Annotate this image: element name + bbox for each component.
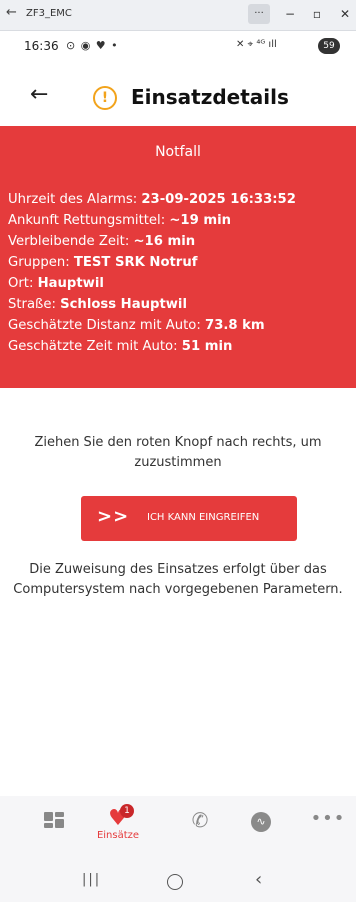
detail-row-distance: Geschätzte Distanz mit Auto: 73.8 km [8, 315, 296, 336]
status-time: 16:36 [24, 39, 59, 53]
detail-label: Ort: [8, 276, 38, 291]
back-arrow-icon[interactable]: ← [30, 82, 48, 107]
detail-label: Straße: [8, 297, 61, 312]
detail-row-remaining: Verbleibende Zeit: ~16 min [8, 231, 296, 252]
warning-circle-icon: ! [93, 86, 117, 110]
assignment-note: Die Zuweisung des Einsatzes erfolgt über… [13, 562, 343, 597]
notification-icons: ⊙ ◉ ♥ • [66, 39, 119, 52]
slider-label: ICH KANN EINGREIFEN [147, 512, 260, 523]
system-back-icon[interactable]: ‹ [255, 869, 262, 890]
nav-more[interactable]: ••• [303, 806, 353, 850]
detail-label: Ankunft Rettungsmittel: [8, 213, 170, 228]
emergency-details-card: Notfall Uhrzeit des Alarms: 23-09-2025 1… [0, 126, 356, 388]
detail-row-groups: Gruppen: TEST SRK Notruf [8, 252, 296, 273]
signal-icons: ✕ ⌖ ⁴ᴳ ıll [236, 39, 277, 50]
detail-row-street: Straße: Schloss Hauptwil [8, 294, 296, 315]
system-nav: ||| ‹ [0, 860, 356, 902]
detail-value: ~19 min [169, 213, 232, 228]
detail-label: Uhrzeit des Alarms: [8, 192, 142, 207]
detail-label: Verbleibende Zeit: [8, 234, 134, 249]
accept-slider[interactable]: >> ICH KANN EINGREIFEN [81, 496, 297, 541]
detail-value: 23-09-2025 16:33:52 [141, 192, 296, 207]
swipe-instruction: Ziehen Sie den roten Knopf nach rechts, … [34, 435, 322, 470]
app-header: ← ! Einsatzdetails [0, 70, 356, 126]
more-options-button[interactable]: ··· [248, 4, 270, 24]
detail-label: Geschätzte Distanz mit Auto: [8, 318, 206, 333]
page-title: Einsatzdetails [131, 85, 289, 109]
more-icon: ••• [310, 808, 346, 829]
window-title: ZF3_EMC [26, 8, 72, 19]
detail-row-arrival: Ankunft Rettungsmittel: ~19 min [8, 210, 296, 231]
slider-knob[interactable]: >> [97, 506, 129, 527]
details-list: Uhrzeit des Alarms: 23-09-2025 16:33:52 … [8, 189, 296, 357]
recent-apps-icon[interactable]: ||| [82, 872, 101, 887]
phone-icon: ✆ [191, 808, 209, 832]
detail-row-location: Ort: Hauptwil [8, 273, 296, 294]
detail-value: Schloss Hauptwil [60, 297, 187, 312]
pulse-icon: ∿ [251, 812, 271, 832]
card-heading: Notfall [155, 144, 201, 160]
home-icon[interactable] [167, 874, 183, 890]
status-bar: 16:36 ⊙ ◉ ♥ • ✕ ⌖ ⁴ᴳ ıll 59 [0, 30, 356, 64]
bottom-nav: ♥ 1 Einsätze ✆ ∿ ••• [0, 796, 356, 860]
maximize-button[interactable]: ▫ [306, 4, 328, 24]
detail-label: Geschätzte Zeit mit Auto: [8, 339, 182, 354]
window-titlebar: ← ZF3_EMC ··· − ▫ ✕ [0, 0, 356, 31]
detail-value: ~16 min [133, 234, 196, 249]
notification-badge: 1 [120, 804, 134, 818]
detail-row-drive-time: Geschätzte Zeit mit Auto: 51 min [8, 336, 296, 357]
close-window-button[interactable]: ✕ [334, 4, 356, 24]
detail-value: Hauptwil [37, 276, 104, 291]
detail-label: Gruppen: [8, 255, 74, 270]
nav-dashboard[interactable] [32, 806, 82, 850]
detail-value: TEST SRK Notruf [73, 255, 198, 270]
nav-phone[interactable]: ✆ [175, 806, 225, 850]
nav-einsaetze-label: Einsätze [96, 830, 140, 841]
detail-value: 73.8 km [205, 318, 265, 333]
minimize-button[interactable]: − [279, 4, 301, 24]
arrow-left-icon[interactable]: ← [6, 5, 17, 20]
detail-row-alarm-time: Uhrzeit des Alarms: 23-09-2025 16:33:52 [8, 189, 296, 210]
battery-icon: 59 [318, 38, 340, 54]
nav-einsaetze[interactable]: ♥ 1 Einsätze [93, 804, 143, 850]
nav-activity[interactable]: ∿ [236, 806, 286, 850]
detail-value: 51 min [181, 339, 233, 354]
